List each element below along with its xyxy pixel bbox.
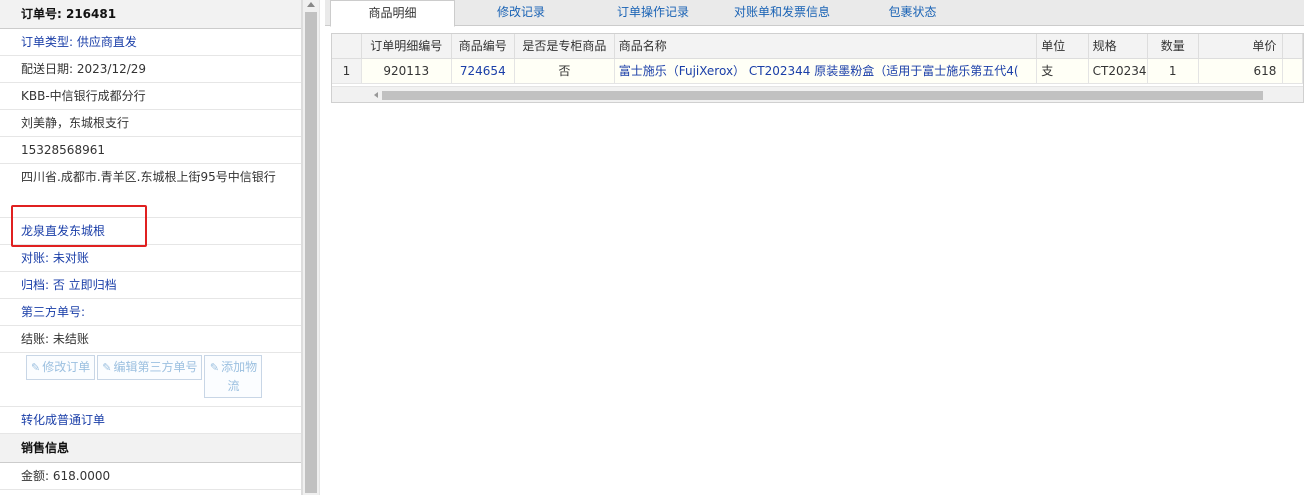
edit-order-label: 修改订单	[42, 360, 91, 374]
edit-third-party-label: 编辑第三方单号	[113, 360, 198, 374]
third-party-number: 第三方单号:	[0, 299, 301, 326]
col-header-quantity[interactable]: 数量	[1147, 34, 1199, 59]
cell-product-id[interactable]: 724654	[451, 58, 516, 84]
cell-rownum: 1	[332, 58, 362, 84]
detail-panel: 商品明细 修改记录 订单操作记录 对账单和发票信息 包裹状态 订单明细编号 商品…	[325, 0, 1304, 495]
sales-amount: 金额: 618.0000	[0, 463, 301, 490]
product-table: 订单明细编号 商品编号 是否是专柜商品 商品名称 单位 规格 数量 单价 1 9…	[332, 34, 1303, 84]
cell-counter: 否	[514, 58, 615, 84]
scrollbar-thumb[interactable]	[382, 91, 1263, 100]
edit-third-party-button[interactable]: ✎ 编辑第三方单号	[97, 355, 203, 380]
left-scrollbar[interactable]	[302, 0, 319, 495]
customer-name: KBB-中信银行成都分行	[0, 83, 301, 110]
tab-package-status[interactable]: 包裹状态	[870, 0, 955, 26]
col-header-spec[interactable]: 规格	[1088, 34, 1148, 59]
tab-operation-log[interactable]: 订单操作记录	[603, 0, 703, 26]
scroll-left-icon[interactable]	[374, 92, 378, 98]
edit-icon: ✎	[31, 361, 41, 374]
scrollbar-thumb[interactable]	[305, 12, 317, 493]
edit-order-button[interactable]: ✎ 修改订单	[26, 355, 96, 380]
cell-product-name[interactable]: 富士施乐（FujiXerox） CT202344 原装墨粉盒（适用于富士施乐第五…	[614, 58, 1038, 84]
product-grid: 订单明细编号 商品编号 是否是专柜商品 商品名称 单位 规格 数量 单价 1 9…	[331, 33, 1304, 103]
tab-product-details[interactable]: 商品明细	[330, 0, 455, 27]
col-header-product-name[interactable]: 商品名称	[614, 34, 1038, 59]
add-logistics-button[interactable]: ✎ 添加物流	[204, 355, 263, 398]
reconcile-status[interactable]: 对账: 未对账	[0, 245, 301, 272]
table-row[interactable]: 1 920113 724654 否 富士施乐（FujiXerox） CT2023…	[332, 58, 1303, 84]
convert-order-link[interactable]: 转化成普通订单	[0, 407, 301, 434]
cell-price: 618	[1198, 58, 1284, 84]
settlement-status: 结账: 未结账	[0, 326, 301, 353]
col-header-detail-id[interactable]: 订单明细编号	[361, 34, 452, 59]
scroll-up-icon[interactable]	[307, 2, 315, 7]
contact-phone: 15328568961	[0, 137, 301, 164]
order-number: 订单号: 216481	[0, 0, 301, 29]
supplier-link[interactable]: 龙泉直发东城根	[0, 218, 301, 245]
action-buttons: ✎ 修改订单 ✎ 编辑第三方单号 ✎ 添加物流	[0, 353, 301, 407]
edit-icon: ✎	[102, 361, 112, 374]
edit-icon: ✎	[209, 361, 220, 374]
order-type[interactable]: 订单类型: 供应商直发	[0, 29, 301, 56]
cell-spec: CT20234	[1088, 58, 1148, 84]
cell-detail-id: 920113	[361, 58, 452, 84]
col-header-rownum	[332, 34, 362, 59]
col-header-extra	[1282, 34, 1303, 59]
sales-info-header: 销售信息	[0, 434, 301, 463]
table-horizontal-scrollbar[interactable]	[332, 86, 1303, 102]
cell-unit: 支	[1036, 58, 1089, 84]
contact-person: 刘美静，东城根支行	[0, 110, 301, 137]
tab-bar: 商品明细 修改记录 订单操作记录 对账单和发票信息 包裹状态	[325, 0, 1304, 27]
delivery-address: 四川省.成都市.青羊区.东城根上街95号中信银行	[0, 164, 301, 218]
add-logistics-label: 添加物流	[221, 360, 258, 393]
cell-extra	[1282, 58, 1303, 84]
table-header-row: 订单明细编号 商品编号 是否是专柜商品 商品名称 单位 规格 数量 单价	[332, 34, 1303, 59]
tab-modification-log[interactable]: 修改记录	[465, 0, 577, 26]
col-header-counter[interactable]: 是否是专柜商品	[514, 34, 615, 59]
order-info-panel: 订单号: 216481 订单类型: 供应商直发 配送日期: 2023/12/29…	[0, 0, 302, 495]
archive-status[interactable]: 归档: 否 立即归档	[0, 272, 301, 299]
col-header-product-id[interactable]: 商品编号	[451, 34, 516, 59]
tab-statement-invoice[interactable]: 对账单和发票信息	[717, 0, 847, 26]
cell-quantity: 1	[1147, 58, 1199, 84]
col-header-unit[interactable]: 单位	[1036, 34, 1089, 59]
delivery-date: 配送日期: 2023/12/29	[0, 56, 301, 83]
col-header-price[interactable]: 单价	[1198, 34, 1284, 59]
